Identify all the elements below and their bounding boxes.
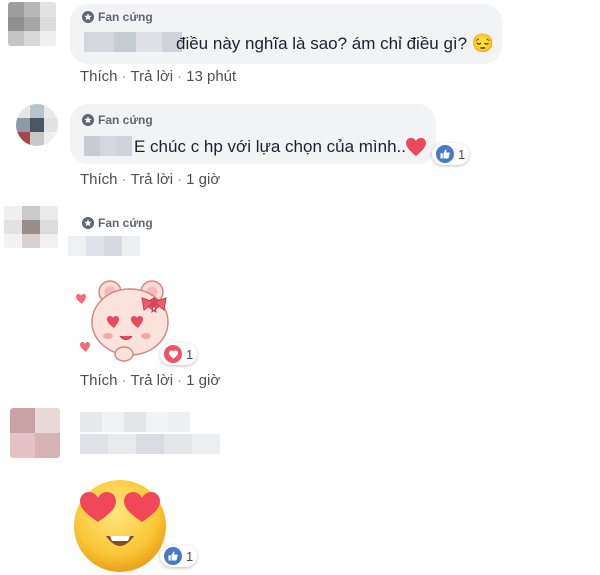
comment-actions: Thích · Trả lời · 1 giờ [80,372,221,389]
reply-link[interactable]: Trả lời [131,372,174,389]
timestamp[interactable]: 1 giờ [186,372,220,389]
commenter-name[interactable] [84,136,132,156]
fan-badge: Fan cứng [82,113,153,127]
star-badge-icon [82,114,94,126]
comment-text-blurred [80,434,220,454]
avatar[interactable] [8,2,56,46]
like-link[interactable]: Thích [80,372,118,389]
avatar[interactable] [4,206,58,248]
commenter-name[interactable] [84,32,182,52]
comment-actions: Thích · Trả lời · 1 giờ [80,171,221,188]
like-icon [436,145,454,163]
reply-link[interactable]: Trả lời [131,171,174,188]
reaction-count[interactable]: 1 [160,545,198,567]
comment-text: điều này nghĩa là sao? ám chỉ điều gì? 😔 [176,33,495,53]
fan-badge: Fan cứng [82,216,153,230]
heart-emoji [406,137,426,157]
fan-badge: Fan cứng [82,10,153,24]
commenter-name[interactable] [68,236,140,256]
love-icon [164,345,182,363]
like-icon [164,547,182,565]
reaction-count[interactable]: 1 [432,143,470,165]
comment-text: E chúc c hp với lựa chọn của mình.. [134,137,406,156]
like-link[interactable]: Thích [80,171,118,188]
like-link[interactable]: Thích [80,68,118,85]
comment-actions: Thích · Trả lời · 13 phút [80,68,237,85]
commenter-name[interactable] [80,412,190,432]
avatar[interactable] [16,104,58,146]
timestamp[interactable]: 13 phút [186,68,236,85]
reaction-count[interactable]: 1 [160,343,198,365]
reply-link[interactable]: Trả lời [131,68,174,85]
star-badge-icon [82,11,94,23]
heart-eyes-emoji-sticker [74,480,166,572]
star-badge-icon [82,217,94,229]
avatar[interactable] [10,408,60,458]
pensive-face-emoji: 😔 [471,33,495,53]
timestamp[interactable]: 1 giờ [186,171,220,188]
